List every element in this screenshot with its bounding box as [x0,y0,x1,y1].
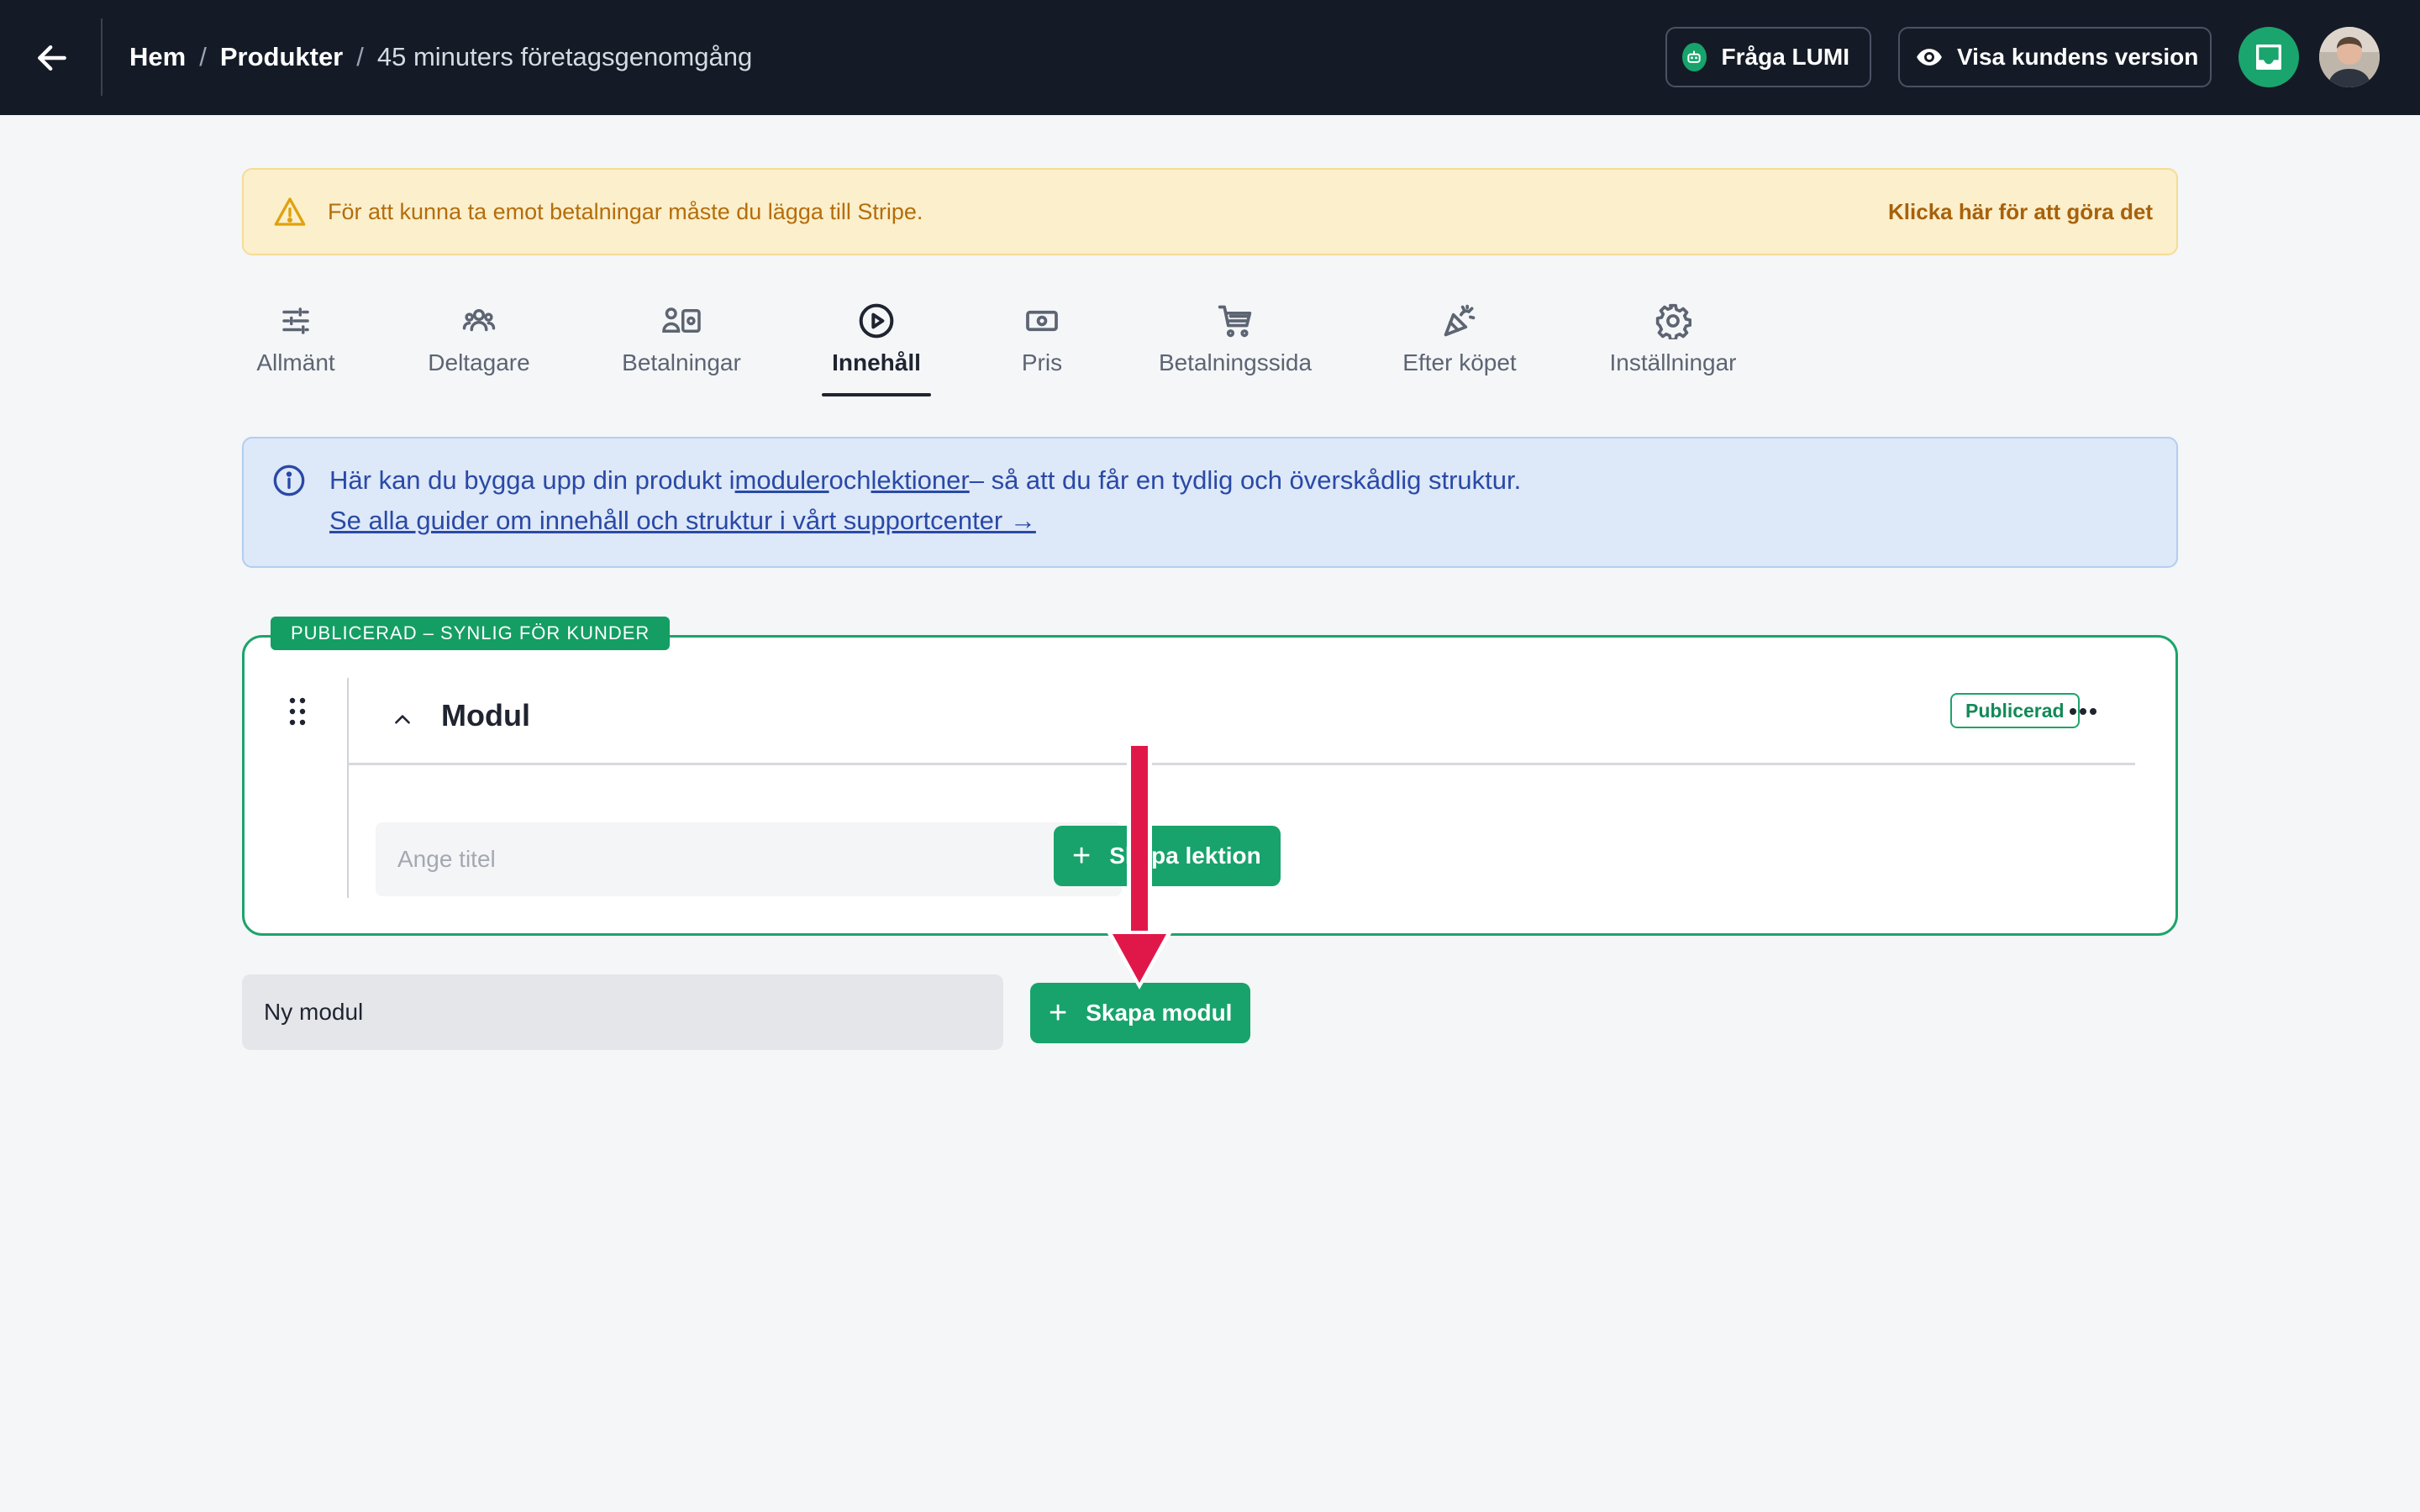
breadcrumb-separator: / [199,42,207,71]
tab-label: Deltagare [428,349,530,375]
more-horizontal-icon [2070,708,2096,715]
cart-icon [1217,297,1254,344]
plus-icon: + [1049,995,1068,1031]
tab-betalningar[interactable]: Betalningar [618,297,744,398]
breadcrumb: Hem / Produkter / 45 minuters företagsge… [129,37,752,77]
drag-handle-icon[interactable] [288,696,307,731]
eye-icon [1915,43,1944,71]
warning-action-link[interactable]: Klicka här för att göra det [1888,199,2153,225]
back-button[interactable] [30,36,74,80]
party-icon [1441,297,1478,344]
top-bar: Hem / Produkter / 45 minuters företagsge… [0,0,2420,115]
new-module-input[interactable] [242,974,1003,1050]
more-options-button[interactable] [2063,695,2103,728]
header-divider [101,18,103,96]
breadcrumb-products[interactable]: Produkter [220,42,343,72]
tab-installningar[interactable]: Inställningar [1605,297,1741,398]
gear-icon [1655,297,1691,344]
tab-label: Efter köpet [1402,349,1517,375]
tab-label: Pris [1021,349,1063,375]
info-guide-line: Se alla guider om innehåll och struktur … [329,506,1036,536]
breadcrumb-home[interactable]: Hem [129,42,186,72]
customer-view-label: Visa kundens version [1957,44,2199,70]
payments-icon [660,297,702,344]
collapse-button[interactable] [386,703,419,737]
stripe-warning-banner: För att kunna ta emot betalningar måste … [242,168,2178,255]
tab-efter-kopet[interactable]: Efter köpet [1400,297,1519,398]
breadcrumb-separator: / [356,42,364,71]
tab-innehall[interactable]: Innehåll [822,297,931,398]
warning-text: För att kunna ta emot betalningar måste … [328,198,923,224]
tab-label: Betalningssida [1158,349,1313,375]
tab-label: Betalningar [622,349,741,375]
avatar[interactable] [2319,27,2380,87]
inbox-button[interactable] [2238,27,2299,87]
breadcrumb-current: 45 minuters företagsgenomgång [376,42,753,71]
tab-deltagare[interactable]: Deltagare [425,297,533,398]
tab-label: Inställningar [1609,349,1737,375]
banknote-icon [1024,297,1060,344]
info-text-and: och [829,465,871,495]
sliders-icon [278,297,313,344]
chevron-up-icon [395,715,410,724]
ask-lumi-label: Fråga LUMI [1721,44,1849,70]
tab-pris[interactable]: Pris [1017,297,1067,398]
support-guide-link[interactable]: Se alla guider om innehåll och struktur … [329,506,1036,535]
info-icon [272,464,306,504]
module-card: Modul Publicerad [242,635,2178,936]
status-badge: Publicerad [1950,693,2080,728]
module-title[interactable]: Modul [441,698,530,733]
inbox-icon [2256,45,2281,70]
users-icon [460,297,498,344]
info-text-end: – så att du får en tydlig och överskådli… [969,465,1522,495]
lesson-title-input[interactable] [376,822,1122,896]
annotation-arrow-icon [1106,744,1173,990]
content-info-banner: Här kan du bygga upp din produkt imodule… [242,437,2178,568]
create-module-label: Skapa modul [1086,1000,1233,1026]
warning-triangle-icon [274,197,306,226]
tab-allmant[interactable]: Allmänt [252,297,339,398]
published-tag: PUBLICERAD – SYNLIG FÖR KUNDER [271,617,671,650]
tab-label: Allmänt [256,349,335,375]
info-text-start: Här kan du bygga upp din produkt i [329,465,735,495]
robot-icon [1682,43,1707,71]
lessons-link[interactable]: lektioner [871,465,970,495]
customer-view-button[interactable]: Visa kundens version [1898,27,2212,87]
module-header: Modul Publicerad [349,678,2135,765]
tab-betalningssida[interactable]: Betalningssida [1155,297,1316,398]
tab-label: Innehåll [832,349,921,375]
play-circle-icon [858,297,895,344]
arrow-left-icon [38,45,66,71]
plus-icon: + [1072,838,1092,874]
modules-link[interactable]: moduler [735,465,829,495]
info-text: Här kan du bygga upp din produkt imodule… [329,465,1521,496]
ask-lumi-button[interactable]: Fråga LUMI [1665,27,1871,87]
